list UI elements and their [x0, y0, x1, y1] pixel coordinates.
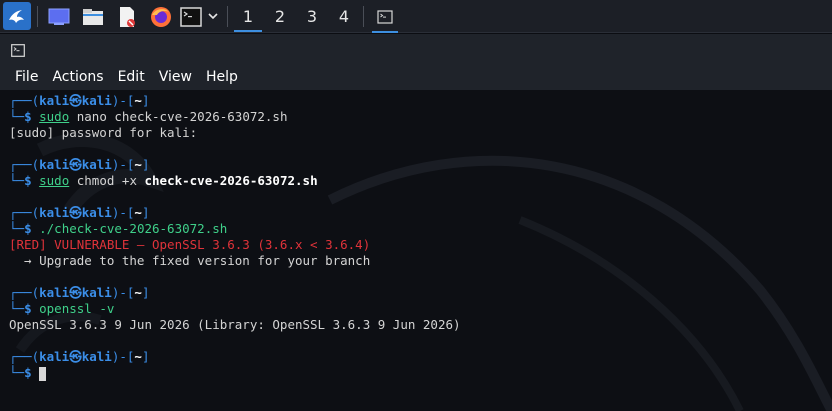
menu-actions[interactable]: Actions [45, 64, 110, 90]
prompt-line: ┌──(kali㉿kali)-[~] [9, 285, 150, 300]
menu-view[interactable]: View [152, 64, 199, 90]
output-line: OpenSSL 3.6.3 9 Jun 2026 (Library: OpenS… [9, 317, 461, 332]
command-args: chmod +x [69, 173, 145, 188]
terminal-output: ┌──(kali㉿kali)-[~] └─$ sudo nano check-c… [9, 93, 461, 381]
taskbar-separator [363, 6, 364, 27]
menubar: File Actions Edit View Help [0, 64, 832, 90]
command-name: sudo [39, 109, 70, 124]
prompt-host: kali [81, 285, 112, 300]
prompt-dollar: $ [24, 221, 32, 236]
menu-file[interactable]: File [0, 64, 45, 90]
prompt-line: ┌──(kali㉿kali)-[~] [9, 93, 150, 108]
prompt-symbol: ㉿ [69, 93, 82, 108]
terminal-window: File Actions Edit View Help ┌──(kali㉿kal… [0, 34, 832, 411]
prompt-line: ┌──(kali㉿kali)-[~] [9, 157, 150, 172]
text-editor-icon[interactable] [114, 4, 140, 30]
prompt-host: kali [81, 157, 112, 172]
prompt-symbol: ㉿ [69, 285, 82, 300]
prompt-dollar: $ [24, 173, 32, 188]
output-line: [sudo] password for kali: [9, 125, 198, 140]
command-line: └─$ openssl -v [9, 301, 115, 316]
window-terminal-icon [11, 42, 25, 61]
workspace-3[interactable]: 3 [296, 0, 328, 33]
firefox-icon[interactable] [148, 4, 174, 30]
prompt-user: kali [39, 93, 70, 108]
terminal-task-button[interactable] [370, 4, 400, 33]
menu-help[interactable]: Help [199, 64, 245, 90]
window-titlebar[interactable] [0, 34, 832, 64]
prompt-user: kali [39, 205, 70, 220]
command-args: nano check-cve-2026-63072.sh [69, 109, 288, 124]
prompt-symbol: ㉿ [69, 349, 82, 364]
output-line: → Upgrade to the fixed version for your … [9, 253, 371, 268]
prompt-user: kali [39, 157, 70, 172]
desktop-icon[interactable] [46, 4, 72, 30]
workspace-4[interactable]: 4 [328, 0, 360, 33]
command-name: sudo [39, 173, 70, 188]
prompt-dir: ~ [134, 93, 142, 108]
prompt-dir: ~ [134, 349, 142, 364]
prompt-host: kali [81, 93, 112, 108]
command-file-arg: check-cve-2026-63072.sh [144, 173, 318, 188]
prompt-host: kali [81, 349, 112, 364]
command-name: ./check-cve-2026-63072.sh [39, 221, 228, 236]
command-args: -v [91, 301, 115, 316]
prompt-dollar: $ [24, 365, 32, 380]
kali-menu-icon[interactable] [3, 2, 31, 30]
text-cursor [39, 366, 47, 381]
chevron-down-icon[interactable] [205, 8, 221, 24]
prompt-user: kali [39, 349, 70, 364]
error-output-line: [RED] VULNERABLE — OpenSSL 3.6.3 (3.6.x … [9, 237, 371, 252]
prompt-dir: ~ [134, 205, 142, 220]
command-line: └─$ ./check-cve-2026-63072.sh [9, 221, 228, 236]
prompt-user: kali [39, 285, 70, 300]
menu-edit[interactable]: Edit [111, 64, 152, 90]
command-line: └─$ sudo nano check-cve-2026-63072.sh [9, 109, 288, 124]
prompt-symbol: ㉿ [69, 157, 82, 172]
workspace-1[interactable]: 1 [232, 0, 264, 33]
workspace-2[interactable]: 2 [264, 0, 296, 33]
prompt-dir: ~ [134, 157, 142, 172]
file-manager-icon[interactable] [80, 4, 106, 30]
prompt-line: ┌──(kali㉿kali)-[~] [9, 205, 150, 220]
taskbar-separator [37, 6, 38, 27]
prompt-dir: ~ [134, 285, 142, 300]
terminal-area[interactable]: ┌──(kali㉿kali)-[~] └─$ sudo nano check-c… [0, 90, 832, 411]
terminal-icon[interactable] [178, 4, 204, 30]
prompt-dollar: $ [24, 301, 32, 316]
command-name: openssl [39, 301, 92, 316]
prompt-line: ┌──(kali㉿kali)-[~] [9, 349, 150, 364]
taskbar-separator [227, 6, 228, 27]
taskbar: 1 2 3 4 [0, 0, 832, 33]
command-line[interactable]: └─$ [9, 365, 461, 381]
prompt-host: kali [81, 205, 112, 220]
prompt-dollar: $ [24, 109, 32, 124]
command-line: └─$ sudo chmod +x check-cve-2026-63072.s… [9, 173, 318, 188]
prompt-symbol: ㉿ [69, 205, 82, 220]
